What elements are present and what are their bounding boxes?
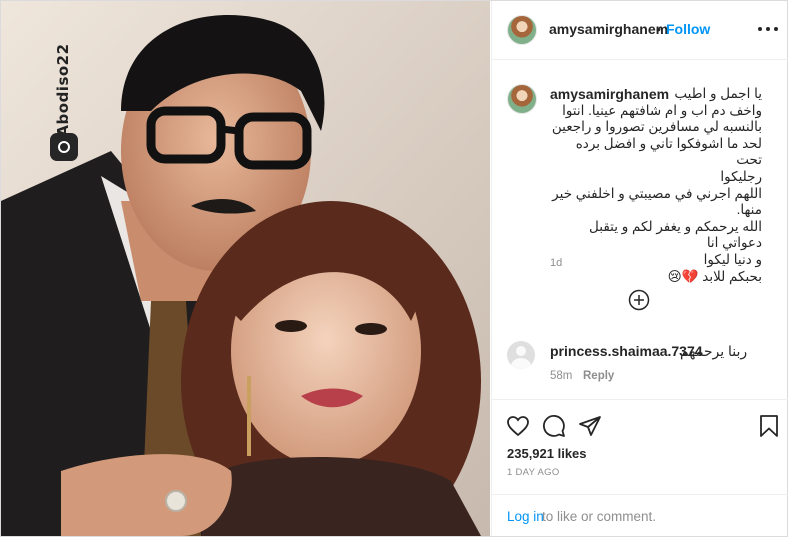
comment-timestamp[interactable]: 58m [550,370,572,382]
more-options-icon[interactable] [758,19,778,39]
comment-text: ربنا يرحمهم [680,343,748,359]
caption-avatar[interactable] [507,84,537,114]
post-side-panel: amysamirghanem • Follow amysamirghanem ي… [491,1,788,536]
instagram-post-window: Abodiso22 amysamirghanem • Follow amysam… [0,0,788,537]
heart-icon[interactable] [506,414,530,438]
post-date[interactable]: 1 DAY AGO [507,467,560,478]
login-bar: Log in to like or comment. [492,494,788,538]
bookmark-icon[interactable] [757,414,781,438]
plus-circle-icon[interactable] [628,289,650,311]
post-header: amysamirghanem • Follow [492,1,788,60]
likes-count[interactable]: 235,921 likes [507,446,587,461]
share-icon[interactable] [578,414,602,438]
caption-timestamp[interactable]: 1d [550,257,562,269]
camera-icon [50,133,78,161]
caption-text: يا اجمل و اطيب واخف دم اب و ام شافتهم عي… [551,86,762,284]
comment-icon[interactable] [542,414,566,438]
follow-button[interactable]: Follow [666,21,710,37]
post-photo[interactable]: Abodiso22 [1,1,490,536]
avatar[interactable] [507,15,537,45]
commenter-avatar[interactable] [507,341,535,369]
reply-button[interactable]: Reply [583,370,614,382]
login-prompt-text: to like or comment. [542,509,657,524]
watermark-text: Abodiso22 [54,43,72,137]
login-link[interactable]: Log in [507,509,544,524]
author-username[interactable]: amysamirghanem [549,21,668,37]
separator-dot: • [656,21,661,37]
post-actions: 235,921 likes 1 DAY AGO Log in to like o… [492,399,788,543]
watermark: Abodiso22 [48,41,78,165]
